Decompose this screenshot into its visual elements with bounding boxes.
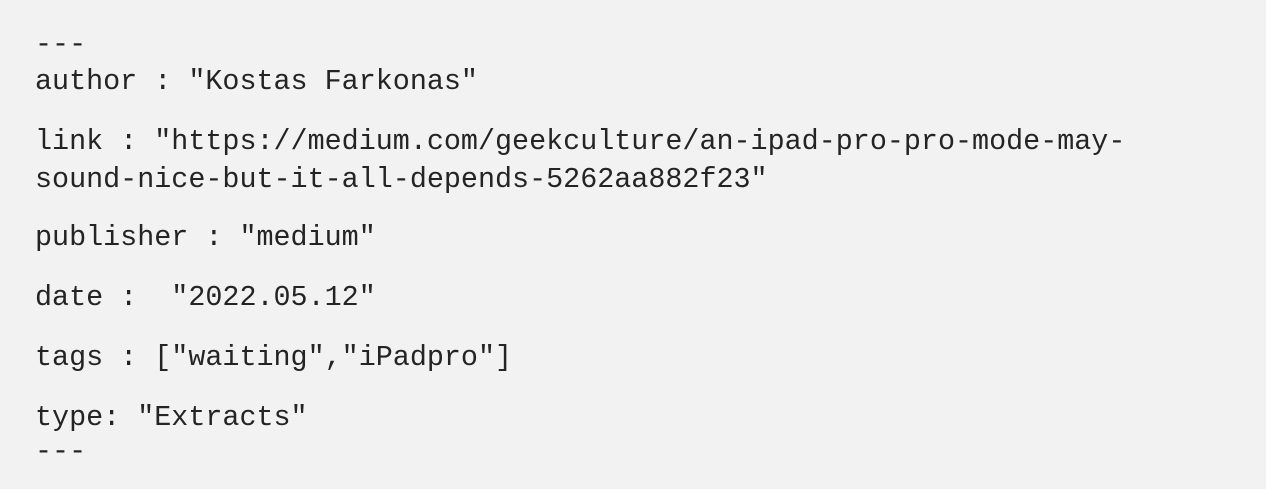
date-line: date : "2022.05.12" [35, 281, 376, 314]
type-line: type: "Extracts" [35, 401, 308, 434]
link-line: link : "https://medium.com/geekculture/a… [35, 125, 1126, 196]
publisher-line: publisher : "medium" [35, 221, 376, 254]
author-line: author : "Kostas Farkonas" [35, 65, 478, 98]
frontmatter-close-delimiter: --- [35, 435, 87, 468]
frontmatter-open-delimiter: --- [35, 28, 87, 61]
tags-line: tags : ["waiting","iPadpro"] [35, 341, 513, 374]
